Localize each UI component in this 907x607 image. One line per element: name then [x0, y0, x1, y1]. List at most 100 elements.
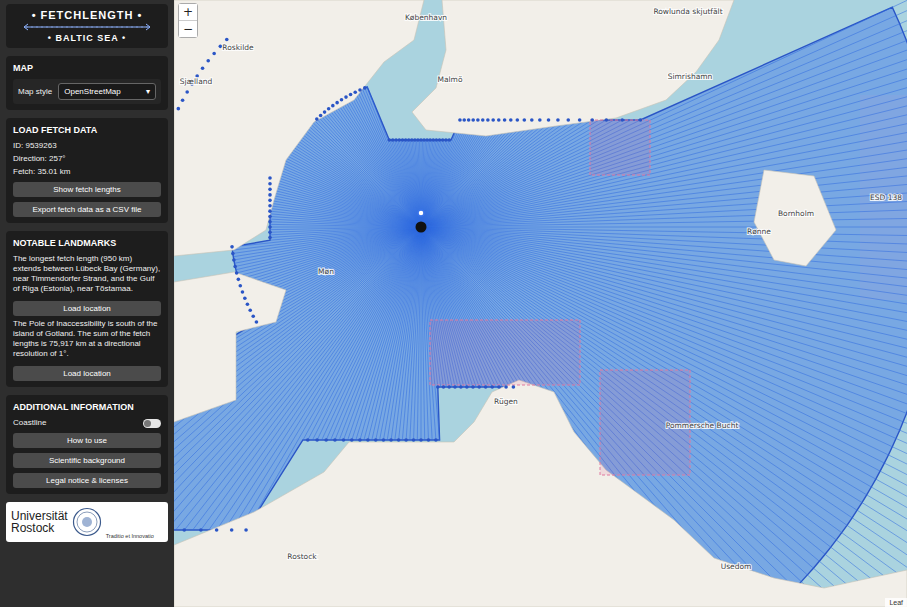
fetch-endpoint: [342, 438, 346, 442]
load-location-button[interactable]: Load location: [13, 366, 161, 381]
fetch-endpoint: [435, 138, 439, 142]
fetch-endpoint: [412, 438, 416, 442]
location-pin-icon[interactable]: [418, 210, 424, 216]
fetch-endpoint: [459, 385, 463, 389]
land: [174, 0, 424, 256]
fetch-endpoint: [447, 385, 451, 389]
info-button[interactable]: Scientific background: [13, 453, 161, 468]
fetch-endpoint: [382, 438, 386, 442]
fetch-endpoint: [397, 438, 401, 442]
fetch-endpoint: [419, 438, 423, 442]
protected-area: [430, 320, 580, 385]
map-label: Usedom: [721, 562, 752, 571]
info-button[interactable]: How to use: [13, 433, 161, 448]
fetch-endpoint: [556, 118, 560, 122]
fetch-endpoint: [547, 118, 551, 122]
fetch-endpoint: [268, 215, 272, 219]
landmark-description: The Pole of Inaccessibility is south of …: [13, 319, 161, 359]
fetch-endpoint: [481, 118, 485, 122]
map-style-label: Map style: [18, 87, 52, 97]
app-header: • FETCHLENGTH • • BALTIC SEA •: [6, 4, 168, 48]
fetch-endpoint: [620, 118, 624, 122]
map-style-row: Map style OpenStreetMap ▾: [13, 79, 161, 104]
fetch-endpoint: [182, 528, 186, 532]
fetch-endpoint: [467, 118, 471, 122]
fetch-endpoint: [268, 204, 272, 208]
fetch-button[interactable]: Show fetch lengths: [13, 182, 161, 197]
map-label: Rønne: [747, 227, 771, 236]
fetch-panel: LOAD FETCH DATA ID: 9539263Direction: 25…: [6, 118, 168, 223]
fetch-endpoint: [350, 438, 354, 442]
fetch-endpoint: [244, 528, 248, 532]
fetch-endpoint: [363, 86, 367, 90]
fetch-endpoint: [268, 193, 272, 197]
fetch-endpoint: [407, 138, 411, 142]
zoom-out-button[interactable]: −: [179, 20, 197, 37]
panel-heading: ADDITIONAL INFORMATION: [13, 402, 161, 412]
fetch-endpoint: [388, 138, 392, 142]
fetch-endpoint: [484, 385, 488, 389]
load-location-button[interactable]: Load location: [13, 301, 161, 316]
fetch-endpoint: [233, 265, 237, 269]
fetch-endpoint: [353, 90, 357, 94]
fetch-endpoint: [398, 138, 402, 142]
fetch-endpoint: [201, 66, 205, 70]
info-panel: ADDITIONAL INFORMATION Coastline How to …: [6, 395, 168, 494]
fetch-endpoint: [268, 199, 272, 203]
fetch-endpoint: [243, 296, 247, 300]
fetch-endpoint: [230, 245, 234, 249]
fetch-endpoint: [327, 107, 331, 111]
fetch-endpoint: [232, 258, 236, 262]
fetch-endpoint: [516, 118, 520, 122]
fetch-endpoint: [458, 118, 462, 122]
map-label: Rügen: [494, 397, 518, 406]
info-button[interactable]: Legal notice & licenses: [13, 473, 161, 488]
fetch-endpoint: [268, 176, 272, 180]
selected-point-marker[interactable]: [416, 222, 427, 233]
map-style-select[interactable]: OpenStreetMap ▾: [58, 83, 156, 100]
fetch-endpoint: [434, 438, 438, 442]
fetch-endpoint: [401, 138, 405, 142]
panel-heading: LOAD FETCH DATA: [13, 125, 161, 135]
app-title: • FETCHLENGTH •: [32, 9, 143, 21]
fetch-endpoint: [231, 252, 235, 256]
map[interactable]: KøbenhavnMalmöRoskildeSjællandSimrishamn…: [174, 0, 907, 607]
fetch-endpoint: [177, 107, 181, 111]
fetch-endpoint: [215, 528, 219, 532]
fetch-button[interactable]: Export fetch data as a CSV file: [13, 202, 161, 217]
zoom-in-button[interactable]: +: [179, 4, 197, 20]
fetch-endpoint: [394, 138, 398, 142]
university-seal-icon: [72, 507, 102, 537]
map-label: København: [405, 13, 447, 22]
fetch-endpoint: [436, 385, 440, 389]
fetch-endpoint: [225, 38, 229, 42]
land: [412, 0, 734, 136]
fetch-endpoint: [331, 104, 335, 108]
fetch-endpoint: [344, 95, 348, 99]
fetch-endpoint: [374, 438, 378, 442]
map-label: Møn: [318, 267, 334, 276]
fetch-endpoint: [306, 438, 310, 442]
dropdown-arrow-icon: ▾: [146, 87, 150, 96]
map-canvas[interactable]: KøbenhavnMalmöRoskildeSjællandSimrishamn…: [174, 0, 907, 607]
fetch-endpoint: [566, 118, 570, 122]
fetch-endpoint: [212, 52, 216, 56]
fetch-endpoint: [340, 98, 344, 102]
protected-area: [590, 120, 650, 175]
sidebar: • FETCHLENGTH • • BALTIC SEA • MAP Map s…: [0, 0, 174, 607]
fetch-endpoint: [366, 438, 370, 442]
fetch-endpoint: [486, 118, 490, 122]
landmark-description: The longest fetch length (950 km) extend…: [13, 254, 161, 294]
fetch-endpoint: [490, 385, 494, 389]
panel-heading: MAP: [13, 63, 161, 73]
fetch-endpoint: [358, 88, 362, 92]
map-label: Rowlunda skjutfält: [653, 7, 722, 16]
fetch-endpoint: [442, 385, 446, 389]
fetch-endpoint: [181, 98, 185, 102]
university-motto: Traditio et Innovatio: [106, 533, 154, 539]
fetch-endpoint: [268, 182, 272, 186]
coastline-toggle[interactable]: [143, 419, 161, 428]
fetch-endpoint: [639, 118, 643, 122]
land: [174, 272, 286, 422]
map-label: Roskilde: [222, 43, 254, 52]
